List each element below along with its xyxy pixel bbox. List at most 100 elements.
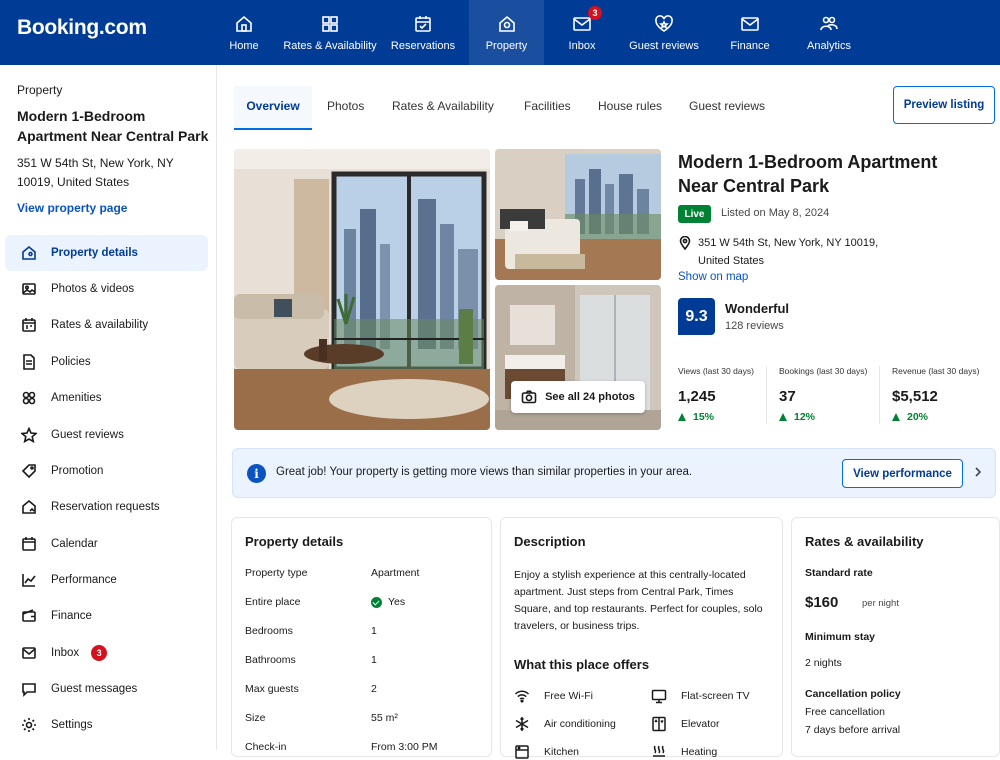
- sidebar-item-performance[interactable]: Performance: [5, 562, 208, 598]
- sidebar: Property Modern 1-Bedroom Apartment Near…: [0, 65, 217, 750]
- tab-guest-reviews[interactable]: Guest reviews: [689, 86, 765, 130]
- info-icon: i: [247, 464, 266, 483]
- sidebar-property-address: 351 W 54th St, New York, NY 10019, Unite…: [17, 156, 174, 189]
- sidebar-item-property-details[interactable]: Property details: [5, 235, 208, 271]
- elevator-icon: [652, 716, 666, 732]
- property-icon: [498, 15, 515, 32]
- sidebar-item-guest-reviews[interactable]: Guest reviews: [5, 417, 208, 453]
- sidebar-property-title: Modern 1-Bedroom Apartment Near Central …: [17, 108, 209, 144]
- sidebar-item-promotion[interactable]: Promotion: [5, 453, 208, 489]
- tab-facilities[interactable]: Facilities: [524, 86, 571, 130]
- nav-label: Reservations: [390, 39, 456, 52]
- heating-icon: [653, 745, 665, 757]
- booking-logo[interactable]: Booking.com: [17, 16, 147, 40]
- sidebar-item-inbox[interactable]: Inbox 3: [5, 635, 208, 671]
- cancellation-line: Free cancellation: [805, 706, 885, 718]
- card-heading: Description: [514, 534, 586, 549]
- main-photo-living-room[interactable]: [234, 149, 490, 430]
- offers-heading: What this place offers: [514, 657, 650, 672]
- stat-label: Bookings (last 30 days): [779, 366, 868, 376]
- performance-banner: i Great job! Your property is getting mo…: [232, 448, 996, 498]
- sidebar-item-reservation-requests[interactable]: Reservation requests: [5, 489, 208, 525]
- view-property-page-link[interactable]: View property page: [17, 201, 127, 215]
- detail-value: 55 m²: [371, 712, 398, 724]
- chat-icon: [22, 683, 36, 697]
- stat-value: 37: [779, 388, 796, 405]
- nav-home[interactable]: Home: [222, 0, 266, 65]
- description-card: Description Enjoy a stylish experience a…: [500, 517, 783, 760]
- amenities-icon: [22, 391, 36, 405]
- detail-key: Property type: [245, 567, 308, 579]
- sidebar-item-guest-messages[interactable]: Guest messages: [5, 671, 208, 707]
- sidebar-item-policies[interactable]: Policies: [5, 344, 208, 380]
- detail-key: Entire place: [245, 596, 301, 608]
- cancellation-line: 7 days before arrival: [805, 724, 901, 736]
- top-nav: Booking.com Home Rates & Availability Re…: [0, 0, 1000, 65]
- request-icon: [22, 499, 36, 514]
- preview-listing-button[interactable]: Preview listing: [893, 86, 995, 124]
- detail-key: Bathrooms: [245, 654, 296, 666]
- sidebar-item-label: Amenities: [51, 392, 102, 404]
- nav-label: Home: [229, 39, 259, 52]
- photo-bedroom[interactable]: [495, 149, 661, 280]
- amenity-item: Heating: [651, 744, 717, 760]
- sidebar-item-photos-videos[interactable]: Photos & videos: [5, 271, 208, 307]
- trend-up-icon: [779, 413, 787, 421]
- tv-icon: [651, 689, 667, 704]
- sidebar-item-label: Settings: [51, 719, 93, 731]
- amenity-item: Air conditioning: [514, 716, 616, 732]
- tab-photos[interactable]: Photos: [327, 86, 364, 130]
- nav-inbox[interactable]: Inbox 3: [560, 0, 604, 65]
- card-heading: Rates & availability: [805, 534, 924, 549]
- see-all-photos-button[interactable]: See all 24 photos: [511, 381, 645, 413]
- sidebar-item-settings[interactable]: Settings: [5, 707, 208, 743]
- kitchen-icon: [515, 745, 529, 759]
- stat-change-value: 12%: [794, 411, 816, 423]
- wifi-icon: [514, 690, 530, 703]
- nav-finance[interactable]: Finance: [724, 0, 776, 65]
- stat-value: $5,512: [892, 388, 938, 405]
- mail-icon: [22, 647, 36, 659]
- sidebar-item-label: Finance: [51, 610, 92, 622]
- view-performance-button[interactable]: View performance: [842, 459, 963, 488]
- show-on-map-link[interactable]: Show on map: [678, 271, 748, 283]
- property-details-card: Property details Property type Apartment…: [231, 517, 492, 757]
- building-icon: [22, 245, 36, 260]
- tab-overview[interactable]: Overview: [234, 86, 312, 130]
- nav-rates[interactable]: Rates & Availability: [282, 0, 378, 65]
- property-address: 351 W 54th St, New York, NY 10019, Unite…: [698, 237, 879, 267]
- amenity-item: Flat-screen TV: [651, 688, 750, 704]
- listed-date: Listed on May 8, 2024: [721, 207, 830, 219]
- nav-reservations[interactable]: Reservations: [388, 0, 458, 65]
- detail-value-text: Yes: [388, 596, 406, 608]
- property-title: Modern 1-Bedroom Apartment Near Central …: [678, 152, 938, 196]
- amenity-item: Kitchen: [514, 744, 579, 760]
- sidebar-item-label: Guest messages: [51, 683, 138, 695]
- document-icon: [23, 354, 35, 370]
- nav-guest-reviews[interactable]: Guest reviews: [626, 0, 702, 65]
- tab-rates-availability[interactable]: Rates & Availability: [392, 86, 494, 130]
- sidebar-item-calendar[interactable]: Calendar: [5, 526, 208, 562]
- sidebar-item-label: Photos & videos: [51, 283, 135, 295]
- banner-text: Great job! Your property is getting more…: [276, 466, 693, 478]
- sidebar-item-label: Rates & availability: [51, 319, 149, 331]
- reservations-icon: [415, 15, 431, 32]
- nav-analytics[interactable]: Analytics: [802, 0, 856, 65]
- sidebar-item-rates-availability[interactable]: Rates & availability: [5, 307, 208, 343]
- calendar-icon: [22, 537, 36, 551]
- amenity-item: Free Wi-Fi: [514, 688, 593, 704]
- wallet-icon: [22, 609, 36, 622]
- status-badge: Live: [678, 205, 711, 223]
- chevron-right-icon[interactable]: [971, 465, 985, 479]
- sidebar-item-amenities[interactable]: Amenities: [5, 380, 208, 416]
- sidebar-item-label: Guest reviews: [51, 429, 124, 441]
- nav-property[interactable]: Property: [469, 0, 544, 65]
- divider: [879, 366, 880, 424]
- rates-card: Rates & availability Standard rate $160 …: [791, 517, 1000, 757]
- sidebar-item-finance[interactable]: Finance: [5, 598, 208, 634]
- analytics-icon: [820, 16, 838, 30]
- nav-label: Rates & Availability: [283, 39, 377, 52]
- snowflake-icon: [515, 717, 529, 731]
- stat-label: Revenue (last 30 days): [892, 366, 980, 376]
- tab-house-rules[interactable]: House rules: [598, 86, 662, 130]
